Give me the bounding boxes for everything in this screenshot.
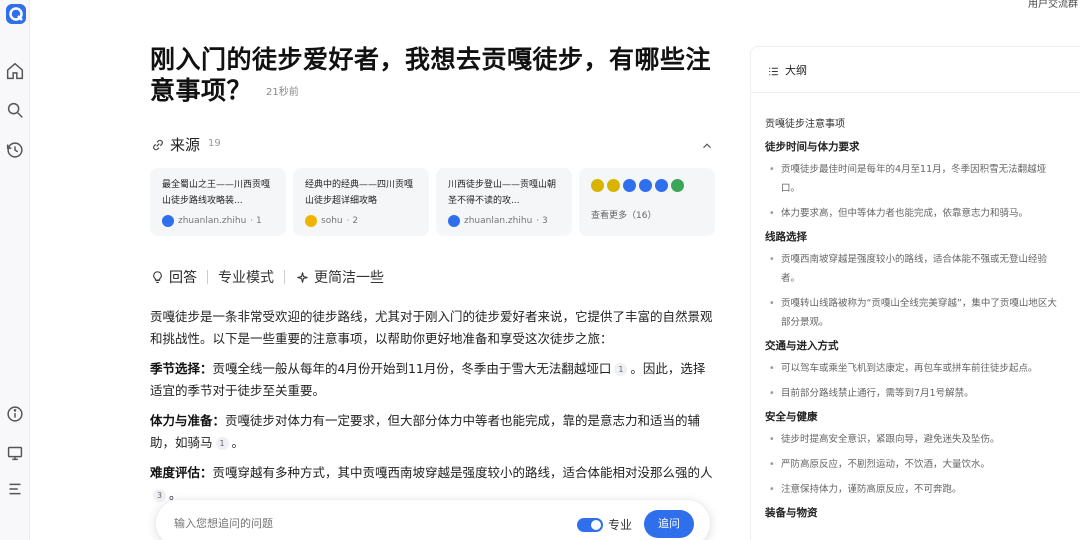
pro-toggle-label: 专业 <box>608 518 633 532</box>
lightbulb-icon <box>153 270 162 283</box>
outline-title[interactable]: 贡嘎徒步注意事项 <box>765 115 1065 130</box>
paragraph-label: 季节选择： <box>150 361 213 376</box>
pro-toggle[interactable] <box>577 518 603 532</box>
favicon-icon <box>639 179 652 192</box>
answer-paragraph: 季节选择：贡嘎全线一般从每年的4月份开始到11月份，冬季由于雪大无法翻越垭口 1。… <box>150 358 716 402</box>
tab-divider <box>207 270 208 284</box>
link-icon <box>150 137 166 153</box>
citation-badge[interactable]: 1 <box>215 437 229 450</box>
outline-item[interactable]: 贡嘎徒步最佳时间是每年的4月至11月，冬季因积雪无法翻越垭口。 <box>765 160 1065 198</box>
chevron-up-icon[interactable] <box>700 138 714 152</box>
outline-item[interactable]: 注意保持体力，谨防高原反应，不可奔跑。 <box>765 480 1065 499</box>
tab-concise-label: 更简洁一些 <box>314 270 384 286</box>
outline-section-heading[interactable]: 交通与进入方式 <box>765 338 1065 353</box>
outline-section-heading[interactable]: 安全与健康 <box>765 409 1065 424</box>
source-cards: 最全蜀山之王——川西贡嘎山徒步路线攻略装... zhuanlan.zhihu · … <box>150 168 716 238</box>
outline-item[interactable]: 体力要求高，但中等体力者也能完成，依靠意志力和骑马。 <box>765 204 1065 223</box>
list-icon <box>767 63 780 76</box>
tab-concise[interactable]: 更简洁一些 <box>295 267 384 287</box>
sparkle-icon <box>297 271 308 283</box>
sources-count: 19 <box>208 138 221 149</box>
sources-label: 来源 <box>170 136 201 154</box>
favicon-icon <box>162 215 174 227</box>
source-index: · 2 <box>346 216 359 226</box>
more-sources-card[interactable]: 查看更多（16） <box>579 168 715 236</box>
source-card[interactable]: 经典中的经典——四川贡嘎山徒步超详细攻略 sohu · 2 <box>293 168 429 236</box>
outline-item[interactable]: 可以驾车或乘坐飞机到达康定，再包车或拼车前往徒步起点。 <box>765 359 1065 378</box>
outline-body: 贡嘎徒步注意事项 徒步时间与体力要求 贡嘎徒步最佳时间是每年的4月至11月，冬季… <box>765 115 1065 526</box>
favicon-icon <box>448 215 460 227</box>
source-card[interactable]: 川西徒步登山——贡嘎山朝圣不得不读的攻... zhuanlan.zhihu · 3 <box>436 168 572 236</box>
outline-item[interactable]: 严防高原反应，不剧烈运动，不饮酒，大量饮水。 <box>765 455 1065 474</box>
outline-item[interactable]: 徒步时提高安全意识，紧跟向导，避免迷失及坠伤。 <box>765 430 1065 449</box>
source-card-title: 川西徒步登山——贡嘎山朝圣不得不读的攻... <box>448 180 557 206</box>
outline-panel: 大纲 贡嘎徒步注意事项 徒步时间与体力要求 贡嘎徒步最佳时间是每年的4月至11月… <box>750 46 1080 540</box>
citation-badge[interactable]: 3 <box>153 489 166 502</box>
followup-bar: 专业 追问 <box>155 499 711 540</box>
menu-icon[interactable] <box>4 478 26 500</box>
outline-item[interactable]: 目前部分路线禁止通行，需等到7月1号解禁。 <box>765 384 1065 403</box>
answer-paragraph: 体力与准备：贡嘎徒步对体力有一定要求，但大部分体力中等者也能完成，靠的是意志力和… <box>150 410 716 454</box>
source-site: zhuanlan.zhihu <box>464 216 533 226</box>
favicon-icon <box>623 179 636 192</box>
favicon-icon <box>305 215 317 227</box>
citation-badge[interactable]: 1 <box>614 363 628 376</box>
info-icon[interactable] <box>4 403 26 425</box>
outline-item[interactable]: 贡嘎转山线路被称为“贡嘎山全线完美穿越”，集中了贡嘎山地区大部分景观。 <box>765 294 1065 332</box>
more-sources-label: 查看更多（16） <box>591 211 657 221</box>
tab-pro-mode[interactable]: 专业模式 <box>218 267 274 287</box>
answer-tabs: 回答 专业模式 更简洁一些 <box>150 266 384 288</box>
favicon-icon <box>591 179 604 192</box>
paragraph-text: 。 <box>231 435 245 450</box>
tab-pro-label: 专业模式 <box>218 270 274 286</box>
outline-section-heading[interactable]: 装备与物资 <box>765 505 1065 520</box>
outline-section-heading[interactable]: 线路选择 <box>765 229 1065 244</box>
left-sidebar <box>0 0 30 540</box>
timestamp: 21秒前 <box>266 86 299 98</box>
home-icon[interactable] <box>4 60 26 82</box>
source-site: sohu <box>321 216 343 226</box>
paragraph-text: 贡嘎穿越有多种方式，其中贡嘎西南坡穿越是强度较小的路线，适合体能相对没那么强的人 <box>212 465 713 480</box>
sources-header[interactable]: 来源 19 <box>150 134 716 156</box>
source-site: zhuanlan.zhihu <box>178 216 247 226</box>
source-card-title: 经典中的经典——四川贡嘎山徒步超详细攻略 <box>305 180 414 206</box>
paragraph-label: 体力与准备： <box>150 413 226 428</box>
tab-answer-label: 回答 <box>169 270 197 286</box>
source-index: · 1 <box>250 216 262 226</box>
outline-item[interactable]: 贡嘎西南坡穿越是强度较小的路线，适合体能不强或无登山经验者。 <box>765 250 1065 288</box>
answer-intro: 贡嘎徒步是一条非常受欢迎的徒步路线，尤其对于刚入门的徒步爱好者来说，它提供了丰富… <box>150 309 713 346</box>
question-title: 刚入门的徒步爱好者，我想去贡嘎徒步，有哪些注意事项？ <box>150 45 712 105</box>
search-icon[interactable] <box>4 99 26 121</box>
source-index: · 3 <box>536 216 548 226</box>
source-card-title: 最全蜀山之王——川西贡嘎山徒步路线攻略装... <box>162 180 271 206</box>
outline-label: 大纲 <box>785 64 807 77</box>
paragraph-label: 难度评估： <box>150 465 213 480</box>
favicon-icon <box>655 179 668 192</box>
answer-body: 贡嘎徒步是一条非常受欢迎的徒步路线，尤其对于刚入门的徒步爱好者来说，它提供了丰富… <box>150 306 716 514</box>
favicon-icon <box>607 179 620 192</box>
followup-button[interactable]: 追问 <box>644 510 694 538</box>
tab-answer[interactable]: 回答 <box>150 267 197 287</box>
paragraph-text: 贡嘎全线一般从每年的4月份开始到11月份，冬季由于雪大无法翻越垭口 <box>212 361 612 376</box>
monitor-icon[interactable] <box>4 442 26 464</box>
followup-input[interactable] <box>174 517 534 530</box>
outline-section-heading[interactable]: 徒步时间与体力要求 <box>765 139 1065 154</box>
logo-icon[interactable] <box>4 2 28 26</box>
source-card[interactable]: 最全蜀山之王——川西贡嘎山徒步路线攻略装... zhuanlan.zhihu · … <box>150 168 286 236</box>
outline-header: 大纲 <box>751 47 1080 93</box>
main-content: 刚入门的徒步爱好者，我想去贡嘎徒步，有哪些注意事项？ 21秒前 来源 19 最全蜀… <box>150 0 720 540</box>
page-title: 刚入门的徒步爱好者，我想去贡嘎徒步，有哪些注意事项？ 21秒前 <box>150 44 720 108</box>
community-group-link[interactable]: 用户交流群 <box>1028 0 1080 10</box>
history-icon[interactable] <box>4 139 26 161</box>
favicon-icon <box>671 179 684 192</box>
tab-divider <box>284 270 285 284</box>
source-favicons <box>591 179 705 192</box>
